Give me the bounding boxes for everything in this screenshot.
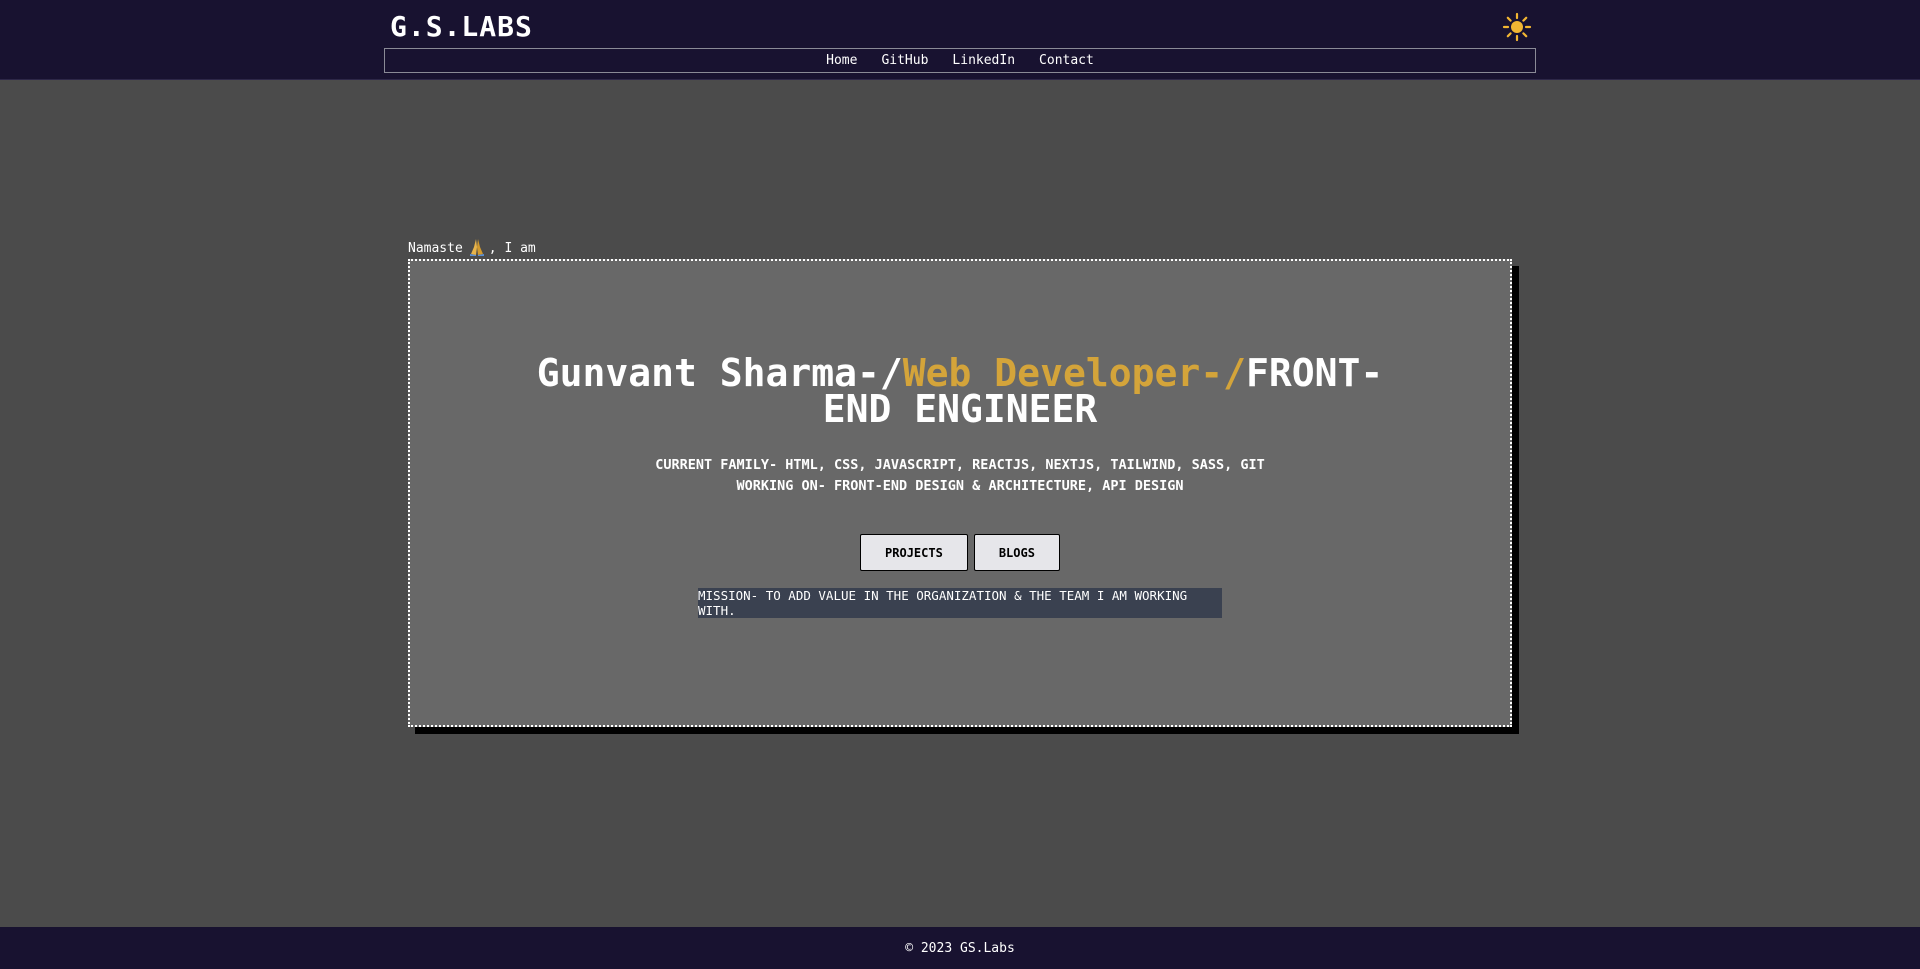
nav-link-github[interactable]: GitHub bbox=[881, 53, 928, 68]
site-header: G.S.LABS Home GitHub LinkedIn Contact bbox=[0, 0, 1920, 80]
hero-card: Gunvant Sharma-/Web Developer-/FRONT-END… bbox=[408, 259, 1512, 727]
site-logo[interactable]: G.S.LABS bbox=[390, 10, 533, 43]
nav-link-home[interactable]: Home bbox=[826, 53, 857, 68]
blogs-button[interactable]: BLOGS bbox=[973, 534, 1060, 571]
hero-actions: PROJECTS BLOGS bbox=[410, 534, 1510, 571]
greeting: Namaste , I am bbox=[408, 237, 536, 259]
skills-summary: CURRENT FAMILY- HTML, CSS, JAVASCRIPT, R… bbox=[410, 455, 1510, 497]
current-family-text: CURRENT FAMILY- HTML, CSS, JAVASCRIPT, R… bbox=[655, 457, 1265, 473]
hero-headline: Gunvant Sharma-/Web Developer-/FRONT-END… bbox=[410, 354, 1510, 428]
projects-button[interactable]: PROJECTS bbox=[860, 534, 968, 571]
working-on-text: WORKING ON- FRONT-END DESIGN & ARCHITECT… bbox=[736, 478, 1184, 494]
nav-link-linkedin[interactable]: LinkedIn bbox=[952, 53, 1015, 68]
mission-statement: MISSION- TO ADD VALUE IN THE ORGANIZATIO… bbox=[698, 588, 1222, 618]
greeting-suffix: , I am bbox=[488, 240, 536, 256]
folded-hands-icon bbox=[467, 237, 487, 257]
main-nav: Home GitHub LinkedIn Contact bbox=[384, 48, 1536, 73]
greeting-prefix: Namaste bbox=[408, 240, 463, 256]
nav-link-contact[interactable]: Contact bbox=[1039, 53, 1094, 68]
copyright-text: © 2023 GS.Labs bbox=[905, 940, 1015, 956]
site-footer: © 2023 GS.Labs bbox=[0, 927, 1920, 969]
sun-icon[interactable] bbox=[1502, 12, 1532, 42]
